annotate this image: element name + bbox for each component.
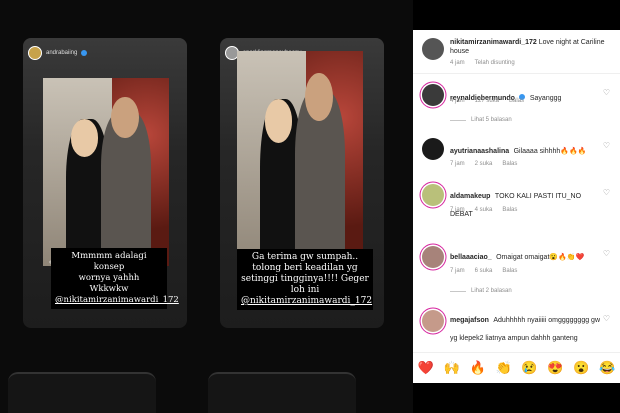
story-photo: @nikitamirzanimawardi_172 — [237, 51, 363, 271]
comment-text: Sayanggg — [529, 95, 562, 102]
comment-text: Omaigat omaigat😮🔥👏❤️ — [496, 254, 585, 261]
commenter-avatar[interactable] — [422, 310, 444, 332]
comment-likes[interactable]: 6 suka — [475, 268, 493, 274]
story-caption: Mmmmm adalagi konsep wornya yahhh Wkkwkw… — [51, 248, 179, 309]
story-card[interactable]: andrabaiing @nikitamirzanimawardi_172 Mm… — [23, 38, 187, 328]
crying-emoji-icon[interactable]: 😢 — [521, 360, 537, 376]
comment-likes[interactable]: 4 suka — [475, 207, 493, 213]
laughing-emoji-icon[interactable]: 😂 — [599, 360, 615, 376]
comment-item: reynaldiebermundo Sayanggg 4 jam 127 suk… — [413, 82, 620, 132]
fire-emoji-icon[interactable]: 🔥 — [470, 360, 486, 376]
commenter-avatar[interactable] — [422, 184, 444, 206]
caption-line: tolong beri keadilan yg — [252, 263, 358, 273]
heart-icon[interactable]: ♡ — [603, 141, 610, 150]
comment-item: aldamakeup TOKO KALI PASTI ITU_NO DEBAT … — [413, 180, 620, 220]
commenter-username[interactable]: megajafson — [450, 317, 489, 324]
caption-line: setinggi tingginya!!!! Geger — [241, 274, 369, 284]
post-author-username[interactable]: nikitamirzanimawardi_172 — [450, 39, 537, 46]
commenter-avatar[interactable] — [422, 246, 444, 268]
story-thumbnail[interactable] — [8, 372, 156, 413]
caption-line: wornya yahhh — [78, 273, 140, 283]
story-header: andrabaiing — [28, 46, 88, 60]
clapping-emoji-icon[interactable]: 👏 — [495, 360, 511, 376]
comment-time: 7 jam — [450, 268, 465, 274]
story-username: andrabaiing — [46, 50, 78, 56]
caption-line: Ga terima gw sumpah.. — [251, 252, 359, 262]
heart-icon[interactable]: ♡ — [603, 188, 610, 197]
commenter-avatar[interactable] — [422, 84, 444, 106]
comment-item: ayutrianaashalina Gilaaaa sihhhh🔥🔥🔥 7 ja… — [413, 135, 620, 173]
reply-button[interactable]: Balas — [502, 207, 517, 213]
caption-mention-link[interactable]: @nikitamirzanimawardi_172 — [55, 295, 179, 305]
commenter-avatar[interactable] — [422, 138, 444, 160]
reply-button[interactable]: Balas — [502, 268, 517, 274]
comment-likes[interactable]: 127 suka — [475, 98, 499, 104]
emoji-reaction-bar: ❤️ 🙌 🔥 👏 😢 😍 😮 😂 — [413, 352, 620, 383]
view-replies-label: Lihat 2 balasan — [471, 288, 512, 294]
story-thumbnail[interactable] — [208, 372, 356, 413]
comment-likes[interactable]: 2 suka — [475, 161, 493, 167]
reply-button[interactable]: Balas — [502, 161, 517, 167]
view-replies-button[interactable]: Lihat 2 balasan — [450, 288, 512, 294]
story-photo: @nikitamirzanimawardi_172 — [43, 78, 169, 266]
caption-line: loh ini — [290, 285, 320, 295]
comment-time: 7 jam — [450, 207, 465, 213]
post-author-avatar[interactable] — [422, 38, 444, 60]
commenter-username[interactable]: ayutrianaashalina — [450, 148, 509, 155]
comment-item: bellaaaciao_ Omaigat omaigat😮🔥👏❤️ 7 jam … — [413, 243, 620, 303]
verified-badge-icon — [81, 50, 88, 56]
heart-icon[interactable]: ♡ — [603, 88, 610, 97]
commenter-username[interactable]: aldamakeup — [450, 193, 490, 200]
edited-label: Telah disunting — [474, 60, 515, 66]
comment-text: Gilaaaa sihhhh🔥🔥🔥 — [513, 148, 587, 155]
story-caption: Ga terima gw sumpah.. tolong beri keadil… — [237, 249, 373, 310]
heart-emoji-icon[interactable]: ❤️ — [418, 360, 434, 376]
heart-icon[interactable]: ♡ — [603, 249, 610, 258]
caption-line: Wkkwkw — [89, 284, 129, 294]
caption-mention-link[interactable]: @nikitamirzanimawardi_172 — [241, 296, 372, 306]
view-replies-label: Lihat 5 balasan — [471, 117, 512, 123]
surprised-emoji-icon[interactable]: 😮 — [573, 360, 589, 376]
story-card[interactable]: sparklingmoneyheany @nikitamirzanimaward… — [220, 38, 384, 328]
reply-button[interactable]: Balas — [509, 98, 524, 104]
story-avatar — [28, 46, 42, 60]
post-caption: nikitamirzanimawardi_172 Love night at C… — [413, 30, 620, 74]
stories-panel: andrabaiing @nikitamirzanimawardi_172 Mm… — [0, 0, 413, 413]
heart-eyes-emoji-icon[interactable]: 😍 — [547, 360, 563, 376]
comments-panel: nikitamirzanimawardi_172 Love night at C… — [413, 30, 620, 382]
commenter-username[interactable]: bellaaaciao_ — [450, 254, 492, 261]
view-replies-button[interactable]: Lihat 5 balasan — [450, 117, 512, 123]
heart-icon[interactable]: ♡ — [603, 314, 610, 323]
comment-time: 7 jam — [450, 161, 465, 167]
raised-hands-emoji-icon[interactable]: 🙌 — [444, 360, 460, 376]
post-time: 4 jam — [450, 60, 465, 66]
caption-line: Mmmmm adalagi konsep — [71, 251, 147, 272]
comment-time: 4 jam — [450, 98, 465, 104]
